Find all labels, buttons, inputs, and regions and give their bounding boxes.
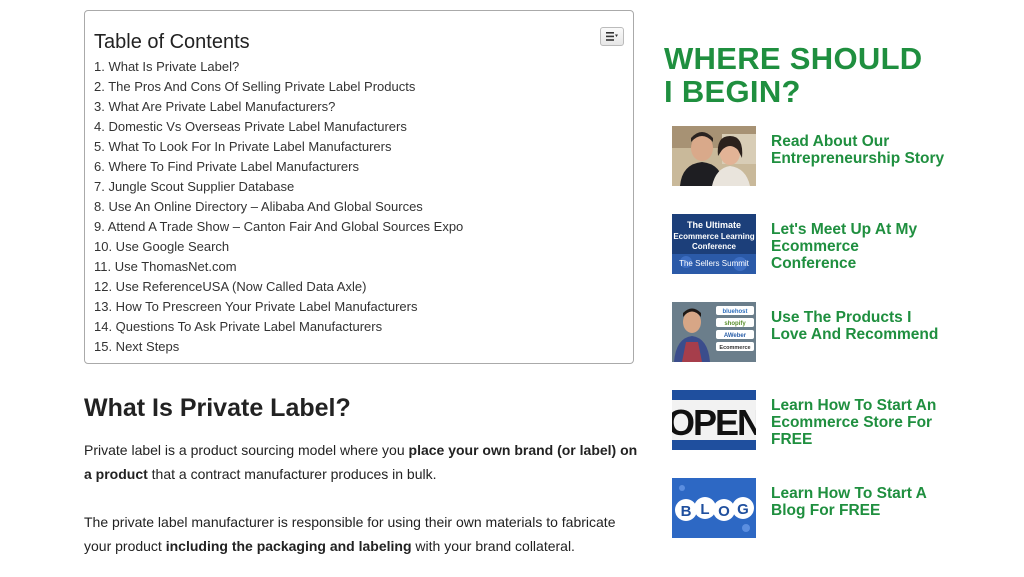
toc-item[interactable]: 1. What Is Private Label? bbox=[94, 57, 623, 77]
toc-item[interactable]: 4. Domestic Vs Overseas Private Label Ma… bbox=[94, 117, 623, 137]
article-body: What Is Private Label? Private label is … bbox=[84, 392, 644, 577]
blog-thumb-letter: L bbox=[700, 501, 709, 518]
blog-thumb-letter: B bbox=[681, 503, 692, 520]
blog-thumb-letter: G bbox=[737, 501, 749, 518]
toc-toggle-button[interactable] bbox=[600, 27, 624, 46]
open-sign-thumbnail[interactable]: OPEN bbox=[672, 390, 756, 450]
couple-photo-thumbnail[interactable] bbox=[672, 126, 756, 186]
conference-thumbnail[interactable]: The Ultimate Ecommerce Learning Conferen… bbox=[672, 214, 756, 274]
toc-item[interactable]: 5. What To Look For In Private Label Man… bbox=[94, 137, 623, 157]
toc-list: 1. What Is Private Label? 2. The Pros An… bbox=[94, 57, 623, 357]
products-thumb-line: AWeber bbox=[724, 333, 747, 339]
products-thumb-line: Ecommerce bbox=[719, 345, 750, 351]
toc-item[interactable]: 10. Use Google Search bbox=[94, 237, 623, 257]
conference-thumb-line: The Sellers Summit bbox=[679, 259, 750, 268]
open-sign-text: OPEN bbox=[672, 402, 756, 443]
toc-title: Table of Contents bbox=[94, 31, 250, 53]
sidebar-item-story[interactable]: Read About Our Entrepreneurship Story bbox=[672, 126, 952, 188]
toc-item[interactable]: 8. Use An Online Directory – Alibaba And… bbox=[94, 197, 623, 217]
sidebar-title: WHERE SHOULD I BEGIN? bbox=[664, 41, 923, 109]
sidebar-link-conference[interactable]: Let's Meet Up At My Ecommerce Conference bbox=[771, 221, 946, 272]
toc-item[interactable]: 2. The Pros And Cons Of Selling Private … bbox=[94, 77, 623, 97]
list-toggle-icon bbox=[606, 32, 618, 41]
sidebar-link-store[interactable]: Learn How To Start An Ecommerce Store Fo… bbox=[771, 397, 946, 448]
toc-item[interactable]: 7. Jungle Scout Supplier Database bbox=[94, 177, 623, 197]
paragraph-definition: Private label is a product sourcing mode… bbox=[84, 442, 638, 482]
toc-item[interactable]: 6. Where To Find Private Label Manufactu… bbox=[94, 157, 623, 177]
toc-item[interactable]: 9. Attend A Trade Show – Canton Fair And… bbox=[94, 217, 623, 237]
sidebar-link-products[interactable]: Use The Products I Love And Recommend bbox=[771, 309, 946, 343]
blog-thumbnail[interactable]: B L O G bbox=[672, 478, 756, 538]
toc-item[interactable]: 12. Use ReferenceUSA (Now Called Data Ax… bbox=[94, 277, 623, 297]
conference-thumb-line: The Ultimate bbox=[687, 220, 741, 230]
blog-thumb-letter: O bbox=[718, 503, 730, 520]
toc-item[interactable]: 11. Use ThomasNet.com bbox=[94, 257, 623, 277]
toc-item[interactable]: 3. What Are Private Label Manufacturers? bbox=[94, 97, 623, 117]
sidebar-item-products[interactable]: bluehost shopify AWeber Ecommerce Use Th… bbox=[672, 302, 952, 364]
toc-item[interactable]: 14. Questions To Ask Private Label Manuf… bbox=[94, 317, 623, 337]
toc-item[interactable]: 15. Next Steps bbox=[94, 337, 623, 357]
conference-thumb-line: Ecommerce Learning bbox=[673, 232, 754, 241]
sidebar: WHERE SHOULD I BEGIN? bbox=[664, 42, 954, 108]
products-thumb-line: shopify bbox=[724, 321, 746, 327]
sidebar-item-conference[interactable]: The Ultimate Ecommerce Learning Conferen… bbox=[672, 214, 952, 276]
paragraph-manufacturer: The private label manufacturer is respon… bbox=[84, 514, 616, 554]
toc-item[interactable]: 13. How To Prescreen Your Private Label … bbox=[94, 297, 623, 317]
products-thumbnail[interactable]: bluehost shopify AWeber Ecommerce bbox=[672, 302, 756, 362]
products-thumb-line: bluehost bbox=[723, 309, 748, 315]
sidebar-item-blog[interactable]: B L O G Learn How To Start A Blog For FR… bbox=[672, 478, 952, 540]
sidebar-link-blog[interactable]: Learn How To Start A Blog For FREE bbox=[771, 485, 946, 519]
sidebar-item-store[interactable]: OPEN Learn How To Start An Ecommerce Sto… bbox=[672, 390, 952, 452]
table-of-contents: Table of Contents 1. What Is Private Lab… bbox=[84, 10, 634, 364]
sidebar-link-story[interactable]: Read About Our Entrepreneurship Story bbox=[771, 133, 946, 167]
conference-thumb-line: Conference bbox=[692, 242, 737, 251]
section-heading: What Is Private Label? bbox=[84, 394, 351, 422]
